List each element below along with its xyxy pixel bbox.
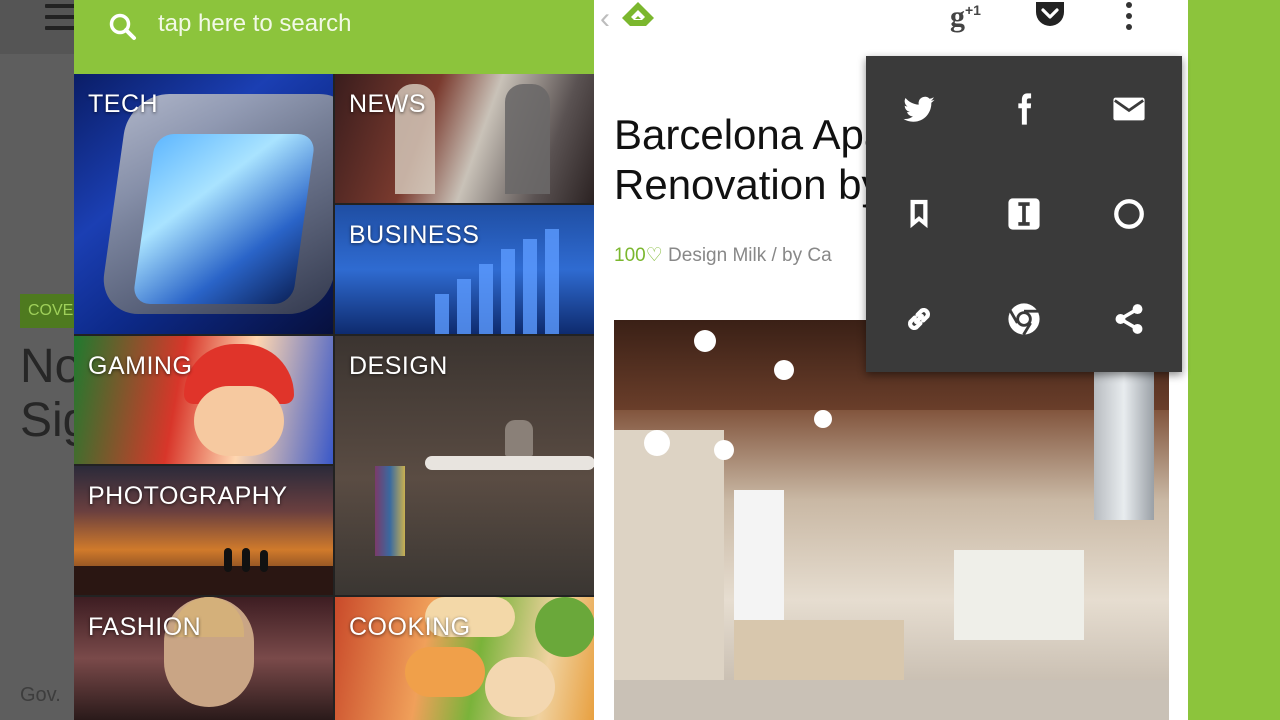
instapaper-icon — [1007, 197, 1040, 230]
link-icon — [907, 307, 930, 330]
category-label: COOKING — [349, 613, 471, 641]
category-tile-fashion[interactable]: FASHION — [74, 597, 333, 720]
category-tile-cooking[interactable]: COOKING — [335, 597, 594, 720]
category-tile-news[interactable]: NEWS — [335, 74, 594, 203]
article-meta: 100♡ Design Milk / by Ca — [614, 244, 832, 267]
email-icon — [1112, 97, 1145, 120]
category-label: NEWS — [349, 90, 426, 118]
category-label: DESIGN — [349, 352, 448, 380]
google-plus-count: +1 — [965, 2, 981, 18]
share-menu — [866, 56, 1182, 372]
search-bar[interactable]: tap here to search — [74, 0, 594, 74]
background-margin — [1188, 0, 1280, 720]
share-chrome-button[interactable] — [971, 266, 1076, 371]
article-source[interactable]: Design Milk / by Ca — [668, 245, 832, 266]
category-label: BUSINESS — [349, 221, 480, 249]
google-plus-label: g — [950, 0, 965, 33]
facebook-icon — [1017, 92, 1031, 125]
share-circle-button[interactable] — [1076, 161, 1181, 266]
share-more-button[interactable] — [1076, 266, 1181, 371]
share-email-button[interactable] — [1076, 56, 1181, 161]
share-facebook-button[interactable] — [971, 56, 1076, 161]
bookmark-icon — [910, 199, 927, 228]
category-tile-photography[interactable]: PHOTOGRAPHY — [74, 466, 333, 595]
share-twitter-button[interactable] — [866, 56, 971, 161]
left-phone-screen: COVER No Sig Gov. tap here to search TEC… — [0, 0, 594, 720]
category-tile-design[interactable]: DESIGN — [335, 336, 594, 595]
category-label: PHOTOGRAPHY — [88, 482, 288, 510]
menu-icon[interactable] — [45, 4, 75, 30]
pocket-icon[interactable] — [1034, 0, 1066, 28]
google-plus-button[interactable]: g+1 — [950, 0, 981, 34]
category-tile-gaming[interactable]: GAMING — [74, 336, 333, 464]
heart-icon: ♡ — [645, 245, 663, 266]
category-label: FASHION — [88, 613, 202, 641]
feedly-logo-icon[interactable] — [618, 0, 658, 32]
chevron-left-icon[interactable]: ‹ — [600, 2, 610, 36]
background-app: COVER No Sig Gov. — [0, 0, 93, 720]
chrome-icon — [1007, 302, 1040, 335]
category-drawer: tap here to search TECH NEWS BUSINESS GA… — [74, 0, 594, 720]
saves-count: 100 — [614, 245, 646, 266]
share-bookmark-button[interactable] — [866, 161, 971, 266]
share-link-button[interactable] — [866, 266, 971, 371]
twitter-icon — [902, 96, 935, 122]
category-label: GAMING — [88, 352, 193, 380]
share-instapaper-button[interactable] — [971, 161, 1076, 266]
article-toolbar: ‹ g+1 — [594, 0, 1188, 54]
background-footer-text: Gov. — [20, 684, 61, 706]
article-image — [614, 320, 1169, 720]
category-label: TECH — [88, 90, 159, 118]
search-icon — [109, 13, 136, 40]
overflow-menu-icon[interactable] — [1122, 0, 1136, 32]
share-icon — [1115, 303, 1142, 334]
category-tile-tech[interactable]: TECH — [74, 74, 333, 334]
search-placeholder[interactable]: tap here to search — [158, 10, 351, 38]
category-tile-business[interactable]: BUSINESS — [335, 205, 594, 334]
circle-icon — [1113, 198, 1144, 229]
